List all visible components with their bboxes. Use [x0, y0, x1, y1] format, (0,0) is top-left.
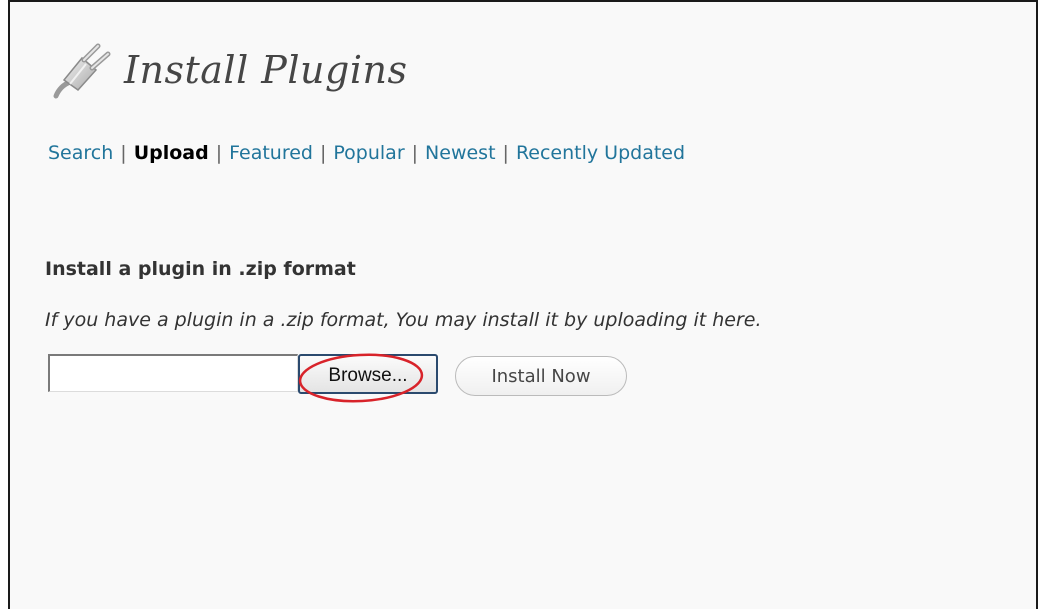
- browse-button[interactable]: Browse...: [298, 354, 438, 394]
- install-now-button[interactable]: Install Now: [455, 356, 627, 396]
- subnav-link-popular[interactable]: Popular: [333, 142, 404, 164]
- file-path-field[interactable]: [48, 354, 298, 392]
- upload-section-heading: Install a plugin in .zip format: [45, 258, 356, 280]
- subnav-separator: |: [215, 142, 223, 164]
- admin-panel: Install Plugins Search | Upload | Featured | P…: [8, 0, 1038, 609]
- upload-form: Browse... Install Now: [48, 353, 668, 403]
- subnav-link-newest[interactable]: Newest: [425, 142, 495, 164]
- plugin-plug-icon: [53, 43, 111, 99]
- page-title: Install Plugins: [124, 48, 408, 92]
- subnav-link-recently-updated[interactable]: Recently Updated: [516, 142, 685, 164]
- plugin-install-subnav: Search | Upload | Featured | Popular | Newest | Re…: [48, 142, 685, 164]
- page-header: Install Plugins: [48, 40, 407, 100]
- subnav-current-upload: Upload: [133, 142, 209, 164]
- subnav-separator: |: [319, 142, 327, 164]
- subnav-separator: |: [120, 142, 127, 164]
- subnav-separator: |: [502, 142, 509, 164]
- subnav-link-featured[interactable]: Featured: [229, 142, 313, 164]
- upload-section-description: If you have a plugin in a .zip format, Y…: [45, 309, 762, 331]
- subnav-link-search[interactable]: Search: [48, 142, 113, 164]
- subnav-separator: |: [411, 142, 419, 164]
